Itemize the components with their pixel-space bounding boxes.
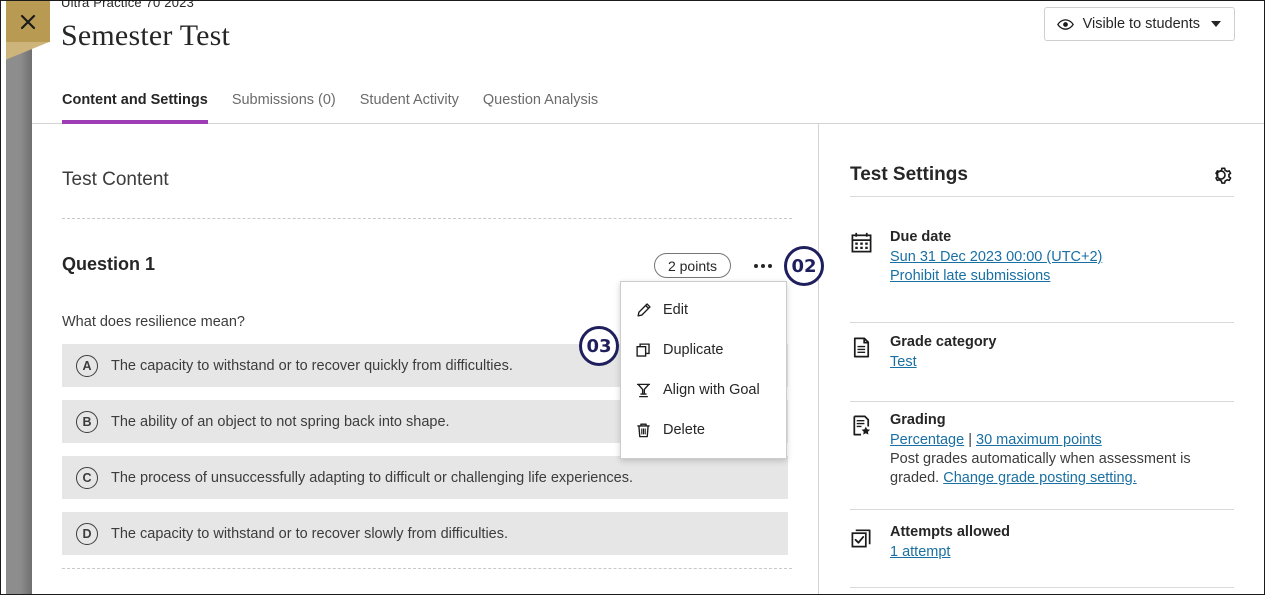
divider-top	[62, 218, 792, 219]
copy-icon	[636, 342, 650, 357]
close-button[interactable]	[6, 1, 50, 42]
setting-label: Grading	[890, 412, 946, 428]
menu-item-label: Duplicate	[663, 342, 724, 358]
grading-schema-link[interactable]: Percentage	[890, 432, 964, 448]
answer-text: The ability of an object to not spring b…	[111, 413, 450, 430]
grading-separator: |	[968, 432, 972, 448]
eye-icon	[1056, 18, 1074, 30]
settings-rule-2	[850, 322, 1234, 323]
divider-bottom	[62, 568, 792, 569]
answer-letter: A	[76, 354, 98, 377]
question-prompt: What does resilience mean?	[62, 314, 245, 330]
chevron-down-icon	[1211, 21, 1221, 27]
settings-title: Test Settings	[850, 164, 968, 185]
due-date-link[interactable]: Sun 31 Dec 2023 00:00 (UTC+2)	[890, 249, 1102, 265]
menu-item-label: Delete	[663, 422, 705, 438]
document-icon	[850, 334, 874, 372]
section-title: Test Content	[62, 169, 169, 190]
step-badge-02: 02	[784, 246, 824, 286]
attempts-link[interactable]: 1 attempt	[890, 544, 950, 560]
test-settings-pane: Test Settings Due date Sun 31 Dec 2023 0…	[819, 124, 1264, 594]
visibility-dropdown[interactable]: Visible to students	[1043, 7, 1235, 41]
settings-rule-5	[850, 587, 1234, 588]
setting-label: Grade category	[890, 334, 997, 350]
setting-due-date: Due date Sun 31 Dec 2023 00:00 (UTC+2) P…	[850, 229, 1238, 286]
attempts-icon	[850, 524, 874, 562]
menu-item-delete[interactable]: Delete	[621, 410, 786, 450]
question-context-menu: Edit Duplicate Align with Goal Delete	[620, 281, 787, 459]
menu-item-edit[interactable]: Edit	[621, 290, 786, 330]
step-badge-03: 03	[579, 326, 619, 366]
menu-item-duplicate[interactable]: Duplicate	[621, 330, 786, 370]
answer-text: The capacity to withstand or to recover …	[111, 357, 513, 374]
tab-label: Student Activity	[359, 92, 459, 108]
goal-icon	[636, 383, 651, 397]
calendar-icon	[850, 229, 874, 286]
late-submissions-link[interactable]: Prohibit late submissions	[890, 268, 1050, 284]
settings-rule-3	[850, 401, 1234, 402]
settings-rule-4	[850, 509, 1234, 510]
settings-rule-1	[850, 196, 1234, 197]
close-icon	[20, 14, 36, 29]
visibility-label: Visible to students	[1082, 16, 1200, 32]
tab-question-analysis[interactable]: Question Analysis	[471, 78, 610, 124]
answer-text: The process of unsuccessfully adapting t…	[111, 469, 634, 486]
grading-icon	[850, 412, 874, 488]
question-title: Question 1	[62, 254, 156, 274]
settings-header: Test Settings	[850, 162, 1234, 188]
setting-label: Attempts allowed	[890, 524, 1011, 540]
max-points-link[interactable]: 30 maximum points	[976, 432, 1102, 448]
grade-category-link[interactable]: Test	[890, 354, 917, 370]
setting-grade-category: Grade category Test	[850, 334, 1238, 372]
question-more-options-button[interactable]	[750, 255, 776, 277]
setting-grading: Grading Percentage | 30 maximum points P…	[850, 412, 1238, 488]
page-title: Semester Test	[61, 19, 231, 52]
gear-icon[interactable]	[1208, 162, 1234, 188]
tab-label: Content and Settings	[62, 92, 208, 108]
tab-content-and-settings[interactable]: Content and Settings	[62, 78, 220, 124]
menu-item-label: Align with Goal	[663, 382, 760, 398]
dot	[761, 264, 765, 268]
close-tab-fold	[6, 42, 50, 60]
dot	[754, 264, 758, 268]
dot	[768, 264, 772, 268]
tab-student-activity[interactable]: Student Activity	[348, 78, 471, 124]
tab-label: Question Analysis	[482, 92, 599, 108]
points-badge[interactable]: 2 points	[654, 253, 731, 278]
tab-bar: Content and Settings Submissions (0) Stude…	[32, 78, 1264, 124]
left-rail	[6, 1, 32, 594]
answer-letter: B	[76, 410, 98, 433]
setting-label: Due date	[890, 229, 952, 245]
breadcrumb[interactable]: Ultra Practice 70 2023	[61, 1, 194, 7]
tab-label: Submissions (0)	[231, 92, 336, 108]
answer-text: The capacity to withstand or to recover …	[111, 525, 509, 542]
menu-item-align-with-goal[interactable]: Align with Goal	[621, 370, 786, 410]
answer-letter: D	[76, 522, 98, 545]
pencil-icon	[637, 302, 651, 317]
answer-letter: C	[76, 466, 98, 489]
app-window: Ultra Practice 70 2023 Semester Test Vis…	[0, 0, 1265, 595]
menu-item-label: Edit	[663, 302, 688, 318]
change-grade-posting-link[interactable]: Change grade posting setting.	[943, 470, 1136, 486]
trash-icon	[637, 423, 650, 437]
setting-attempts-allowed: Attempts allowed 1 attempt	[850, 524, 1238, 562]
answer-option[interactable]: D The capacity to withstand or to recover…	[62, 512, 788, 555]
answer-option[interactable]: C The process of unsuccessfully adapting …	[62, 456, 788, 499]
tab-submissions-0[interactable]: Submissions (0)	[220, 78, 348, 124]
